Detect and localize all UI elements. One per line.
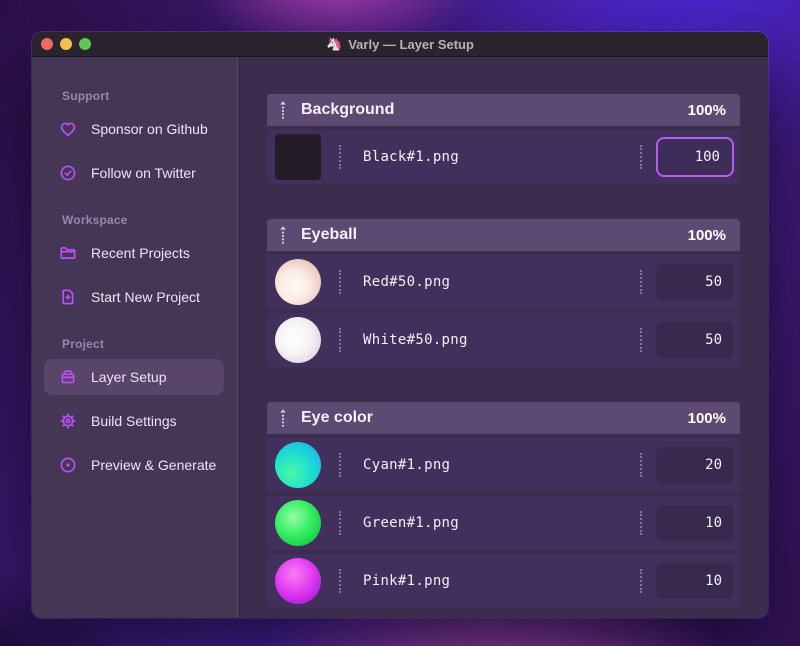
sidebar-item-label: Recent Projects bbox=[91, 245, 190, 261]
sidebar-item-start-new-project[interactable]: Start New Project bbox=[44, 279, 224, 315]
badge-check-icon bbox=[58, 163, 78, 183]
sidebar-item-label: Follow on Twitter bbox=[91, 165, 196, 181]
sidebar-item-label: Build Settings bbox=[91, 413, 177, 429]
divider bbox=[640, 511, 642, 535]
sidebar-section-workspace: Workspace Recent Projects Start New Proj… bbox=[32, 213, 237, 315]
opacity-input[interactable] bbox=[656, 264, 734, 300]
window-title-text: Varly — Layer Setup bbox=[348, 36, 474, 52]
divider bbox=[640, 569, 642, 593]
layer-thumbnail-pink bbox=[275, 558, 321, 604]
app-unicorn-icon: 🦄 bbox=[326, 36, 343, 51]
close-button[interactable] bbox=[41, 38, 53, 50]
section-label-workspace: Workspace bbox=[62, 213, 128, 227]
opacity-input[interactable] bbox=[656, 505, 734, 541]
app-window: 🦄 Varly — Layer Setup Support Sponsor on… bbox=[32, 32, 768, 618]
minimize-button[interactable] bbox=[60, 38, 72, 50]
file-plus-icon bbox=[58, 287, 78, 307]
sidebar-item-preview-generate[interactable]: Preview & Generate bbox=[44, 447, 224, 483]
sidebar-item-label: Preview & Generate bbox=[91, 457, 217, 473]
divider bbox=[640, 328, 642, 352]
layer-filename: Cyan#1.png bbox=[363, 457, 451, 473]
layer-filename: White#50.png bbox=[363, 332, 468, 348]
layer-setup-panel: Background 100% Black#1.png Eyeball 100% bbox=[238, 57, 768, 618]
divider bbox=[640, 145, 642, 169]
sidebar-item-recent-projects[interactable]: Recent Projects bbox=[44, 235, 224, 271]
opacity-input[interactable] bbox=[656, 137, 734, 177]
layer-thumbnail-red bbox=[275, 259, 321, 305]
sidebar: Support Sponsor on Github Follow on Twit… bbox=[32, 57, 238, 618]
title-bar[interactable]: 🦄 Varly — Layer Setup bbox=[32, 32, 768, 57]
window-title: 🦄 Varly — Layer Setup bbox=[326, 36, 474, 52]
layer-row: Green#1.png bbox=[267, 496, 740, 550]
layer-row: White#50.png bbox=[267, 313, 740, 367]
divider bbox=[339, 453, 341, 477]
folder-icon bbox=[58, 243, 78, 263]
group-name: Eye color bbox=[301, 409, 374, 426]
layer-row: Pink#1.png bbox=[267, 554, 740, 608]
layer-thumbnail-white bbox=[275, 317, 321, 363]
group-name: Background bbox=[301, 101, 395, 118]
group-weight: 100% bbox=[687, 226, 726, 244]
layer-group-header[interactable]: Eye color 100% bbox=[267, 402, 740, 434]
zoom-button[interactable] bbox=[79, 38, 91, 50]
sidebar-item-layer-setup[interactable]: Layer Setup bbox=[44, 359, 224, 395]
layer-row: Black#1.png bbox=[267, 130, 740, 184]
heart-icon bbox=[58, 119, 78, 139]
layer-filename: Green#1.png bbox=[363, 515, 460, 531]
sidebar-item-label: Sponsor on Github bbox=[91, 121, 208, 137]
layers-icon bbox=[58, 367, 78, 387]
layer-thumbnail-green bbox=[275, 500, 321, 546]
group-name: Eyeball bbox=[301, 226, 358, 243]
opacity-input[interactable] bbox=[656, 563, 734, 599]
divider bbox=[339, 145, 341, 169]
sidebar-item-label: Start New Project bbox=[91, 289, 200, 305]
traffic-lights bbox=[41, 32, 91, 56]
divider bbox=[640, 270, 642, 294]
divider bbox=[640, 453, 642, 477]
drag-handle-icon[interactable] bbox=[277, 100, 289, 120]
sidebar-section-support: Support Sponsor on Github Follow on Twit… bbox=[32, 89, 237, 191]
group-weight: 100% bbox=[687, 101, 726, 119]
layer-row: Red#50.png bbox=[267, 255, 740, 309]
layer-filename: Black#1.png bbox=[363, 149, 460, 165]
drag-handle-icon[interactable] bbox=[277, 408, 289, 428]
divider bbox=[339, 270, 341, 294]
sidebar-item-build-settings[interactable]: Build Settings bbox=[44, 403, 224, 439]
group-weight: 100% bbox=[687, 409, 726, 427]
sidebar-item-label: Layer Setup bbox=[91, 369, 167, 385]
sidebar-item-sponsor-on-github[interactable]: Sponsor on Github bbox=[44, 111, 224, 147]
sidebar-section-project: Project Layer Setup Build Settings Previ… bbox=[32, 337, 237, 483]
layer-group-background: Background 100% Black#1.png bbox=[267, 94, 740, 184]
layer-thumbnail-black bbox=[275, 134, 321, 180]
gear-icon bbox=[58, 411, 78, 431]
layer-group-eye-color: Eye color 100% Cyan#1.png Green#1.png bbox=[267, 402, 740, 608]
layer-group-header[interactable]: Background 100% bbox=[267, 94, 740, 126]
layer-filename: Pink#1.png bbox=[363, 573, 451, 589]
opacity-input[interactable] bbox=[656, 447, 734, 483]
play-circle-icon bbox=[58, 455, 78, 475]
divider bbox=[339, 569, 341, 593]
divider bbox=[339, 511, 341, 535]
opacity-input[interactable] bbox=[656, 322, 734, 358]
layer-thumbnail-cyan bbox=[275, 442, 321, 488]
layer-group-eyeball: Eyeball 100% Red#50.png White#50.png bbox=[267, 219, 740, 367]
layer-group-header[interactable]: Eyeball 100% bbox=[267, 219, 740, 251]
layer-row: Cyan#1.png bbox=[267, 438, 740, 492]
section-label-project: Project bbox=[62, 337, 105, 351]
layer-filename: Red#50.png bbox=[363, 274, 451, 290]
divider bbox=[339, 328, 341, 352]
sidebar-item-follow-on-twitter[interactable]: Follow on Twitter bbox=[44, 155, 224, 191]
section-label-support: Support bbox=[62, 89, 110, 103]
drag-handle-icon[interactable] bbox=[277, 225, 289, 245]
